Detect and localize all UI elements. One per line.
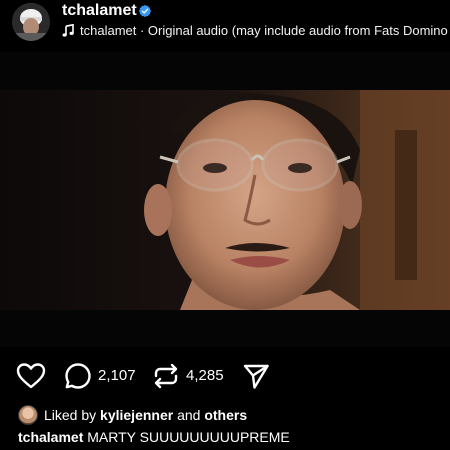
share-button[interactable] bbox=[242, 358, 270, 394]
liker-username[interactable]: kyliejenner bbox=[100, 407, 173, 423]
caption-username[interactable]: tchalamet bbox=[18, 429, 83, 445]
post-page: tchalamet tchalamet · Original audio (ma… bbox=[0, 0, 450, 450]
post-header: tchalamet tchalamet · Original audio (ma… bbox=[0, 0, 450, 50]
send-icon bbox=[243, 364, 269, 389]
repost-icon bbox=[154, 363, 178, 389]
comment-icon bbox=[65, 363, 91, 389]
reposts-count: 4,285 bbox=[186, 367, 224, 384]
liked-by-prefix: Liked by bbox=[44, 407, 97, 423]
comment-button[interactable]: 2,107 bbox=[64, 358, 136, 394]
liked-by-and: and bbox=[177, 407, 201, 423]
music-note-icon bbox=[62, 24, 74, 37]
avatar[interactable] bbox=[12, 3, 50, 41]
audio-attribution[interactable]: tchalamet · Original audio (may include … bbox=[62, 22, 450, 40]
repost-button[interactable]: 4,285 bbox=[152, 358, 224, 394]
heart-icon bbox=[16, 363, 46, 389]
video-still-image bbox=[0, 90, 450, 310]
action-bar: 2,107 4,285 bbox=[0, 358, 450, 394]
username[interactable]: tchalamet bbox=[62, 0, 137, 22]
video-frame[interactable] bbox=[0, 90, 450, 310]
caption-text: MARTY SUUUUUUUUUPREME bbox=[87, 429, 290, 445]
liker-avatar bbox=[18, 405, 38, 425]
liked-by-others[interactable]: others bbox=[204, 407, 247, 423]
liked-by-row[interactable]: Liked by kyliejenner and others bbox=[18, 405, 247, 425]
verified-badge-icon bbox=[138, 4, 152, 18]
comments-count: 2,107 bbox=[98, 367, 136, 384]
like-button[interactable] bbox=[16, 358, 46, 394]
avatar-image bbox=[12, 3, 50, 41]
audio-text: tchalamet · Original audio (may include … bbox=[80, 23, 448, 38]
caption: tchalamet MARTY SUUUUUUUUUPREME bbox=[18, 427, 290, 447]
